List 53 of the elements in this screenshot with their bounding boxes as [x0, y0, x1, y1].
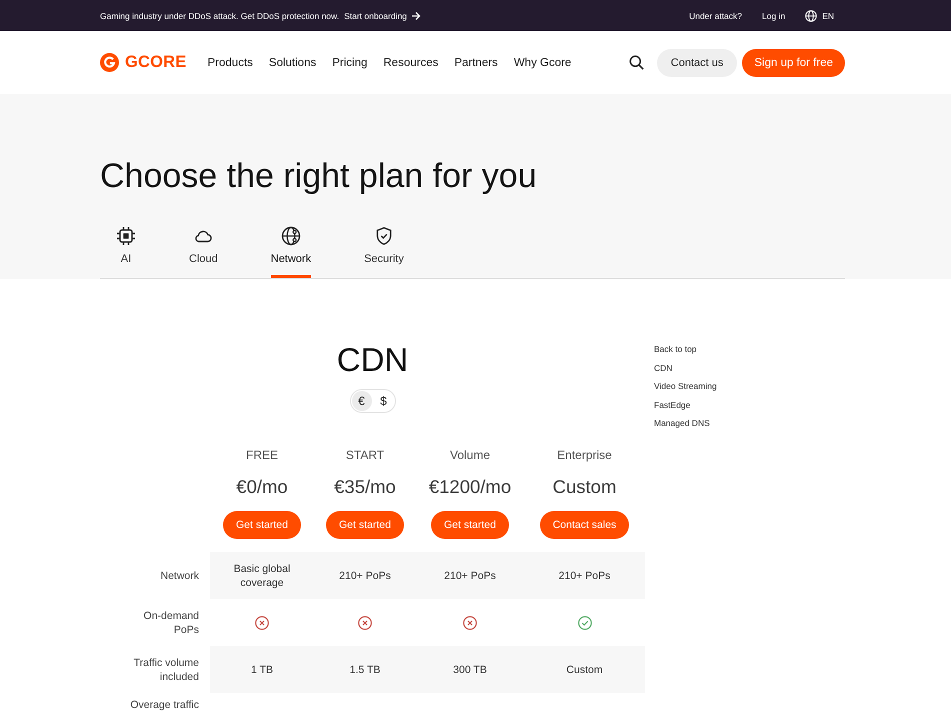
start-onboarding-link[interactable]: Start onboarding	[344, 10, 421, 20]
category-tab[interactable]: Cloud	[189, 226, 218, 278]
category-tab[interactable]: Network	[270, 226, 312, 278]
table-cell: 210+ PoPs	[524, 552, 645, 599]
table-cell: 210+ PoPs	[314, 552, 416, 599]
logo-icon[interactable]	[100, 53, 119, 72]
search-button[interactable]	[628, 55, 644, 70]
page-nav-link[interactable]: Video Streaming	[654, 377, 717, 396]
plan-price: €1200/mo	[428, 475, 512, 499]
chip-icon	[116, 226, 136, 246]
table-cell: 1 TB	[210, 646, 314, 693]
contact-button[interactable]: Contact us	[656, 48, 738, 76]
nav-link[interactable]: Pricing	[332, 56, 368, 68]
currency-option[interactable]: €	[352, 391, 372, 411]
globe-icon	[805, 10, 818, 22]
top-link[interactable]: Log in	[762, 10, 786, 20]
row-label: Overage traffic	[130, 698, 199, 712]
globe-icon	[280, 226, 301, 246]
nav-link[interactable]: Resources	[383, 56, 438, 68]
nav-link[interactable]: Partners	[454, 56, 498, 68]
plan-name: Volume	[450, 447, 490, 463]
row-label: On-demand PoPs	[142, 608, 199, 636]
table-cell: 300 TB	[416, 646, 524, 693]
currency-option[interactable]: $	[374, 391, 394, 411]
language-switcher[interactable]: EN	[805, 10, 845, 22]
table-cell: 1.5 TB	[314, 646, 416, 693]
page-nav-link[interactable]: CDN	[654, 358, 672, 377]
nav-link[interactable]: Solutions	[268, 56, 316, 68]
plan-price: €0/mo	[236, 475, 288, 499]
row-label: Network	[160, 568, 199, 582]
arrow-right-icon	[410, 10, 421, 20]
table-cell: Custom	[524, 646, 645, 693]
category-tab[interactable]: AI	[116, 226, 136, 278]
page-nav-link[interactable]: Managed DNS	[654, 414, 710, 432]
shield-check-icon	[374, 226, 394, 246]
plan-price: Custom	[552, 475, 616, 499]
nav-link[interactable]: Products	[208, 56, 253, 68]
table-cell: 210+ PoPs	[416, 552, 524, 599]
plan-name: START	[346, 447, 384, 463]
top-link[interactable]: Under attack?	[689, 10, 742, 20]
plan-name: Enterprise	[557, 447, 612, 463]
page-title: Choose the right plan for you	[100, 156, 538, 196]
table-cell: Basic global coverage	[210, 552, 314, 599]
search-icon	[628, 55, 644, 70]
nav-link[interactable]: Why Gcore	[514, 56, 572, 68]
plan-price: €35/mo	[334, 475, 396, 499]
plan-name: FREE	[246, 447, 278, 463]
page-nav-link[interactable]: Back to top	[654, 340, 697, 358]
category-tab[interactable]: Security	[364, 226, 404, 278]
product-title: CDN	[336, 340, 410, 380]
announcement-text: Gaming industry under DDoS attack. Get DDoS protection now.	[100, 10, 340, 20]
page-nav-link[interactable]: FastEdge	[654, 396, 690, 414]
row-label: Traffic volume included	[132, 656, 199, 684]
